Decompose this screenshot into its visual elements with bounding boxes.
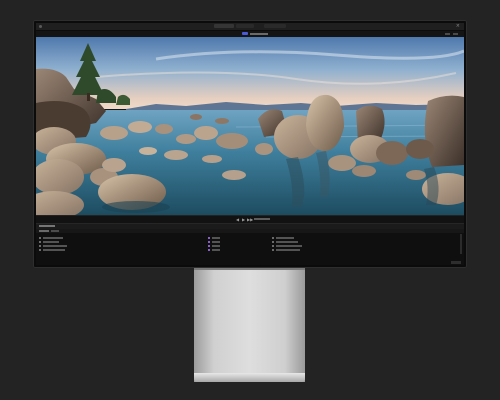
studio-display: × ◀ ▶ ▶▶ xyxy=(33,20,467,268)
window-toolbar: × xyxy=(36,23,464,31)
toolbar-tab-active[interactable] xyxy=(214,24,234,28)
panel-tabs xyxy=(36,229,464,233)
panel-tab[interactable] xyxy=(51,230,59,232)
panel-tab-active[interactable] xyxy=(39,230,49,232)
browser-panel xyxy=(36,223,464,265)
list-item[interactable] xyxy=(208,241,248,243)
window-menu-icon[interactable] xyxy=(39,25,42,28)
list-item[interactable] xyxy=(272,245,352,247)
list-item[interactable] xyxy=(208,237,248,239)
panel-scrollbar[interactable] xyxy=(460,234,462,254)
list-item[interactable] xyxy=(39,245,99,247)
toolbar-tab[interactable] xyxy=(264,24,286,28)
play-button[interactable]: ▶ xyxy=(242,217,245,222)
view-options-button[interactable] xyxy=(445,33,450,35)
list-item[interactable] xyxy=(272,249,352,251)
monitor-stand xyxy=(194,268,305,382)
next-button[interactable]: ▶▶ xyxy=(247,217,253,222)
zoom-button[interactable] xyxy=(453,33,458,35)
panel-title xyxy=(39,225,55,227)
list-item[interactable] xyxy=(39,241,99,243)
close-icon[interactable]: × xyxy=(456,23,460,30)
project-badge xyxy=(242,32,248,35)
playback-controls: ◀ ▶ ▶▶ xyxy=(36,215,464,223)
list-item[interactable] xyxy=(208,245,248,247)
list-item[interactable] xyxy=(39,237,99,239)
list-item[interactable] xyxy=(272,237,352,239)
list-item[interactable] xyxy=(208,249,248,251)
list-item[interactable] xyxy=(272,241,352,243)
panel-action-button[interactable] xyxy=(451,261,461,264)
app-window: × ◀ ▶ ▶▶ xyxy=(36,23,464,265)
toolbar-tab[interactable] xyxy=(236,24,254,28)
lake-tahoe-photo xyxy=(36,37,464,215)
timecode-display xyxy=(254,218,270,220)
previous-button[interactable]: ◀ xyxy=(236,217,239,222)
project-title xyxy=(250,33,268,35)
stand-base xyxy=(194,373,305,382)
photo-viewer[interactable] xyxy=(36,37,464,215)
list-item[interactable] xyxy=(39,249,99,251)
